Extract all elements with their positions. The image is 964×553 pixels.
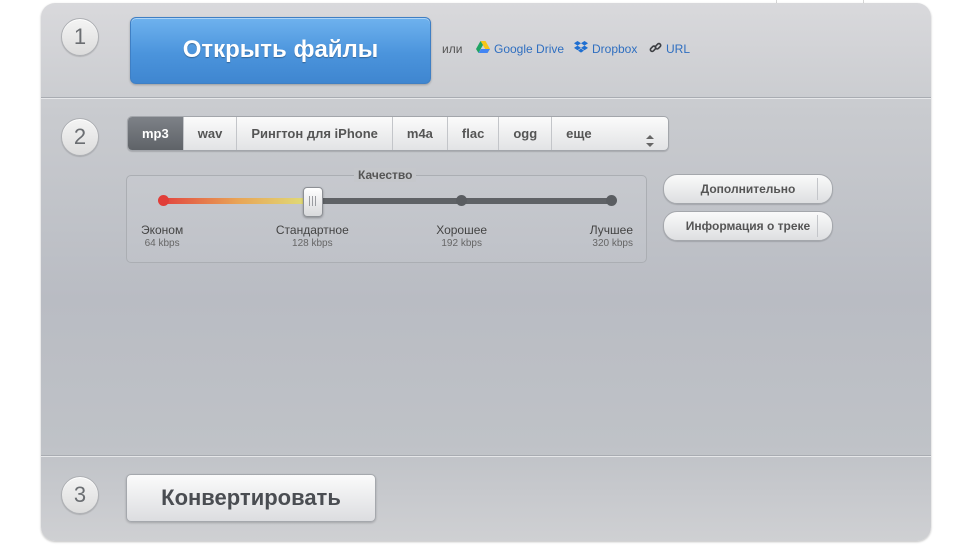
quality-level-best: Лучшее 320 kbps	[590, 223, 633, 249]
step-1-badge: 1	[61, 18, 99, 56]
level-name: Хорошее	[436, 223, 488, 237]
level-name: Эконом	[141, 223, 184, 237]
format-tab-flac[interactable]: flac	[448, 117, 500, 150]
more-formats-label: еще	[566, 126, 592, 141]
link-icon	[649, 41, 662, 57]
format-tab-iphone-ringtone[interactable]: Рингтон для iPhone	[237, 117, 393, 150]
google-drive-icon	[476, 41, 490, 56]
dropbox-link[interactable]: Dropbox	[574, 41, 637, 56]
quality-slider-track[interactable]	[157, 187, 617, 217]
or-label: или	[442, 42, 463, 56]
more-formats-dropdown[interactable]: еще	[552, 117, 668, 150]
sort-arrows-icon	[646, 127, 655, 147]
step-2-badge: 2	[61, 118, 99, 156]
quality-level-economy: Эконом 64 kbps	[141, 223, 183, 249]
format-tab-wav[interactable]: wav	[184, 117, 238, 150]
converter-panel: 1 Открыть файлы или Google Drive Dropbox	[41, 3, 931, 541]
advanced-settings-button[interactable]: Дополнительно	[663, 174, 833, 204]
url-label: URL	[666, 42, 691, 56]
format-tab-ogg[interactable]: ogg	[499, 117, 553, 150]
google-drive-label: Google Drive	[494, 41, 565, 56]
quality-stop-best[interactable]	[605, 195, 617, 206]
dropbox-icon	[574, 41, 588, 56]
level-bitrate: 128 kbps	[292, 238, 333, 249]
dropbox-label: Dropbox	[592, 41, 638, 56]
format-selector: mp3 wav Рингтон для iPhone m4a flac ogg …	[127, 116, 670, 151]
quality-title: Качество	[354, 168, 417, 182]
quality-stop-economy[interactable]	[157, 195, 169, 206]
track-info-button[interactable]: Информация о треке	[663, 211, 833, 241]
open-files-button[interactable]: Открыть файлы	[130, 17, 431, 84]
quality-level-standard: Стандартное 128 kbps	[276, 223, 349, 249]
step-3-badge: 3	[61, 476, 99, 514]
url-link[interactable]: URL	[649, 41, 690, 57]
quality-stop-good[interactable]	[456, 195, 468, 206]
format-tab-mp3[interactable]: mp3	[128, 117, 184, 150]
quality-level-good: Хорошее 192 kbps	[436, 223, 487, 249]
level-bitrate: 320 kbps	[592, 238, 633, 249]
quality-box: Качество Эконом 64 kbps Стандартное 128 …	[126, 168, 647, 263]
level-name: Стандартное	[275, 223, 349, 237]
convert-button[interactable]: Конвертировать	[126, 474, 376, 522]
quality-slider-fill	[163, 198, 313, 204]
section-divider	[41, 455, 931, 456]
format-tab-m4a[interactable]: m4a	[393, 117, 448, 150]
section-divider	[41, 97, 931, 98]
level-bitrate: 192 kbps	[441, 238, 482, 249]
level-name: Лучшее	[589, 223, 633, 237]
level-bitrate: 64 kbps	[144, 238, 180, 249]
quality-slider-handle[interactable]	[303, 187, 324, 217]
google-drive-link[interactable]: Google Drive	[476, 41, 564, 56]
